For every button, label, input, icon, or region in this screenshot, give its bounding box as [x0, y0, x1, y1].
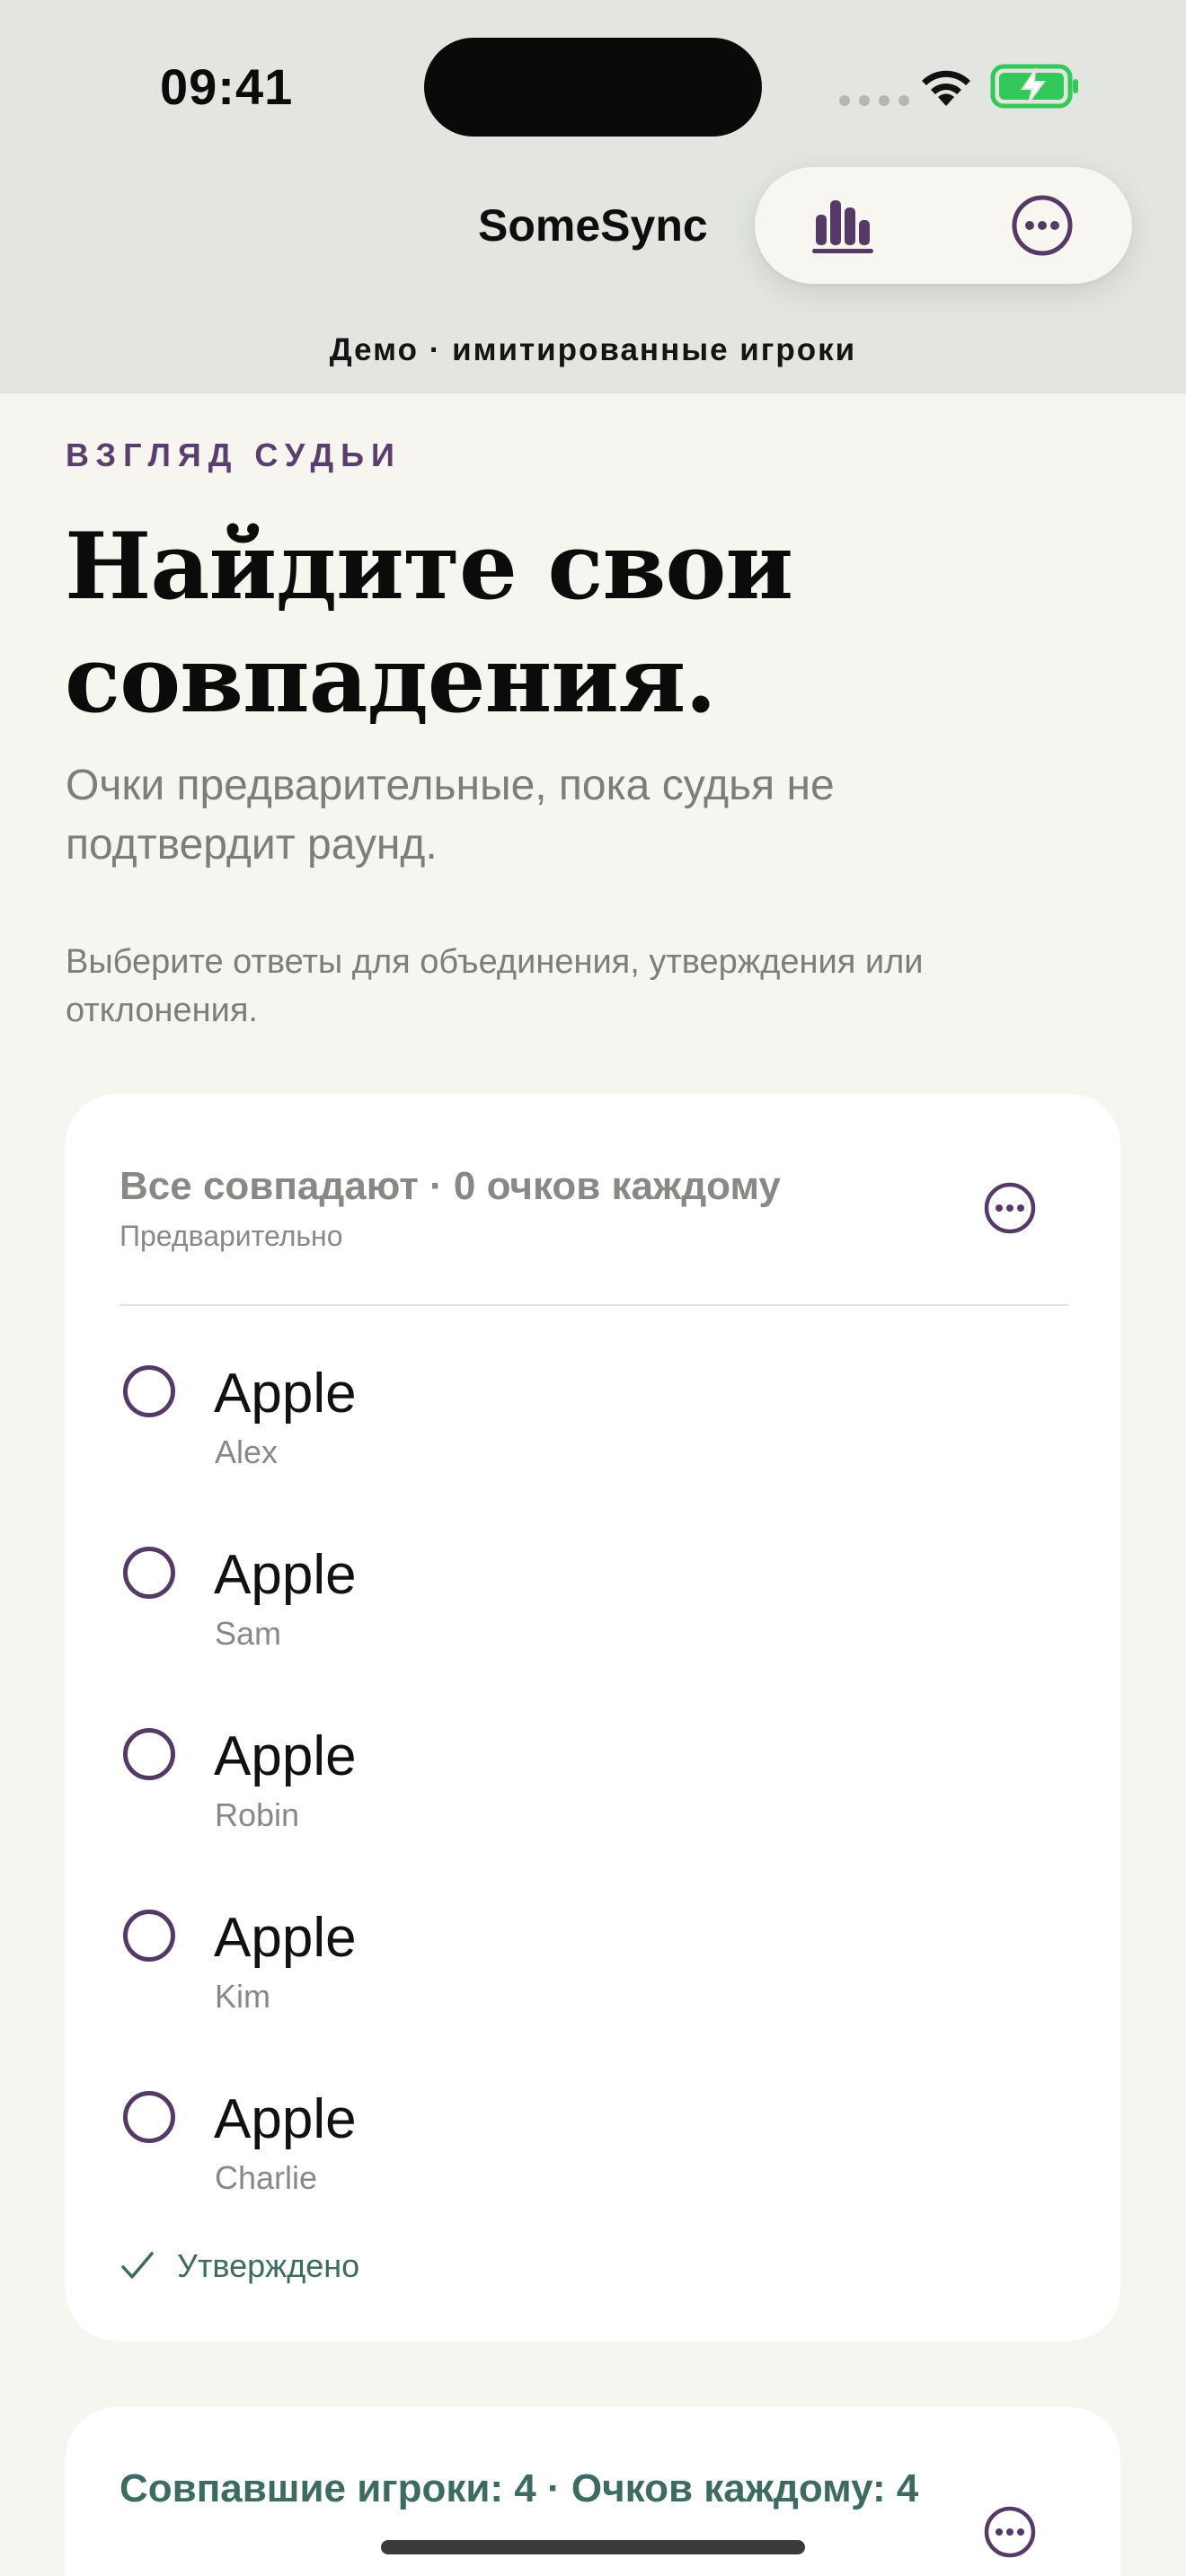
checkmark-icon: [121, 2252, 154, 2279]
answer-player: Alex: [215, 1434, 279, 1470]
page-subtitle: Очки предварительные, пока судья не подт…: [66, 762, 835, 869]
app-title: SomeSync: [478, 200, 708, 251]
more-button[interactable]: [1006, 190, 1078, 261]
answer-player: Robin: [215, 1796, 300, 1833]
eyebrow-label: ВЗГЛЯД СУДЬИ: [66, 437, 402, 473]
radio-button[interactable]: [123, 1547, 175, 1599]
bar-chart-icon: [812, 200, 873, 253]
answer-row[interactable]: Apple Charlie: [119, 2087, 1063, 2231]
stats-button[interactable]: [807, 190, 879, 261]
status-time: 09:41: [160, 58, 294, 115]
page-title: Найдите свои совпадения.: [65, 513, 793, 734]
answer-word: Apple: [214, 2088, 357, 2150]
radio-button[interactable]: [123, 1365, 175, 1417]
approved-status: Утверждено: [119, 2247, 359, 2285]
radio-button[interactable]: [123, 1728, 175, 1780]
answer-row[interactable]: Apple Sam: [119, 1543, 1063, 1687]
divider: [119, 1304, 1068, 1306]
answer-player: Sam: [215, 1615, 282, 1652]
battery-charging-icon: [990, 64, 1078, 109]
answer-player: Charlie: [215, 2159, 318, 2196]
approved-label: Утверждено: [177, 2247, 360, 2284]
answer-row[interactable]: Apple Kim: [119, 1906, 1063, 2050]
matched-group-menu-button[interactable]: [982, 2504, 1038, 2560]
group-status: Предварительно: [119, 1220, 343, 1252]
wifi-icon: [922, 70, 970, 106]
answer-row[interactable]: Apple Robin: [119, 1725, 1063, 1868]
answer-group-card: Все совпадают · 0 очков каждому Предвари…: [66, 1094, 1120, 2341]
top-bar: 09:41 SomeSync Демо · имитированные игро…: [0, 0, 1186, 393]
demo-banner: Демо · имитированные игроки: [329, 332, 857, 367]
radio-button[interactable]: [123, 2091, 175, 2143]
answer-word: Apple: [214, 1363, 357, 1425]
instructions-text: Выберите ответы для объединения, утвержд…: [66, 943, 924, 1029]
answer-word: Apple: [214, 1907, 357, 1969]
cellular-signal-icon: [839, 95, 909, 106]
status-icons: [839, 63, 1082, 111]
home-indicator[interactable]: [381, 2540, 805, 2554]
radio-button[interactable]: [123, 1910, 175, 1962]
dynamic-island: [424, 38, 762, 137]
group-title: Все совпадают · 0 очков каждому: [119, 1164, 781, 1208]
ellipsis-circle-icon: [1012, 195, 1073, 256]
group-menu-button[interactable]: [982, 1180, 1038, 1236]
answer-row[interactable]: Apple Alex: [119, 1362, 1063, 1505]
matched-group-title: Совпавшие игроки: 4 · Очков каждому: 4: [119, 2466, 919, 2510]
answer-word: Apple: [214, 1725, 357, 1787]
answer-player: Kim: [215, 1978, 270, 2015]
answer-word: Apple: [214, 1544, 357, 1606]
